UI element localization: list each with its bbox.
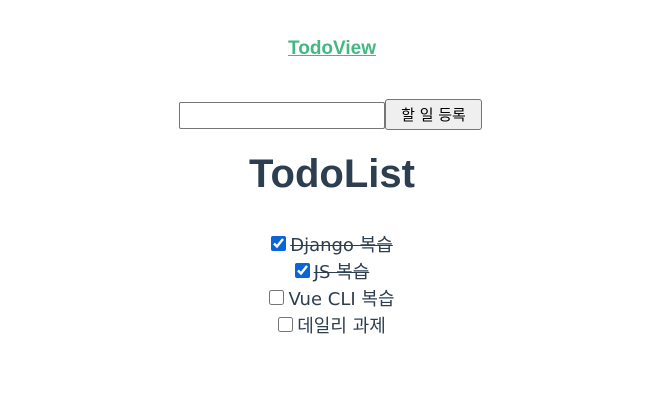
- app-root: TodoView 할 일 등록 TodoList Django 복습 JS 복습…: [0, 0, 664, 401]
- add-todo-button[interactable]: 할 일 등록: [385, 99, 482, 130]
- todo-label: 데일리 과제: [297, 315, 386, 337]
- todo-item: JS 복습: [0, 257, 664, 284]
- todo-list-title: TodoList: [249, 152, 415, 196]
- todo-input[interactable]: [179, 102, 385, 129]
- todo-item: Vue CLI 복습: [0, 284, 664, 311]
- todo-list: Django 복습 JS 복습 Vue CLI 복습 데일리 과제: [0, 230, 664, 338]
- todo-checkbox[interactable]: [278, 317, 294, 332]
- todo-label: Django 복습: [290, 234, 393, 256]
- todo-checkbox[interactable]: [269, 290, 285, 305]
- todo-label: Vue CLI 복습: [288, 288, 395, 310]
- todo-view-link[interactable]: TodoView: [288, 38, 376, 59]
- todo-item: 데일리 과제: [0, 311, 664, 338]
- todo-item: Django 복습: [0, 230, 664, 257]
- todo-checkbox[interactable]: [294, 263, 310, 278]
- todo-label: JS 복습: [313, 261, 370, 283]
- todo-checkbox[interactable]: [271, 236, 287, 251]
- top-nav: TodoView: [0, 38, 664, 60]
- add-todo-form: 할 일 등록: [179, 99, 482, 130]
